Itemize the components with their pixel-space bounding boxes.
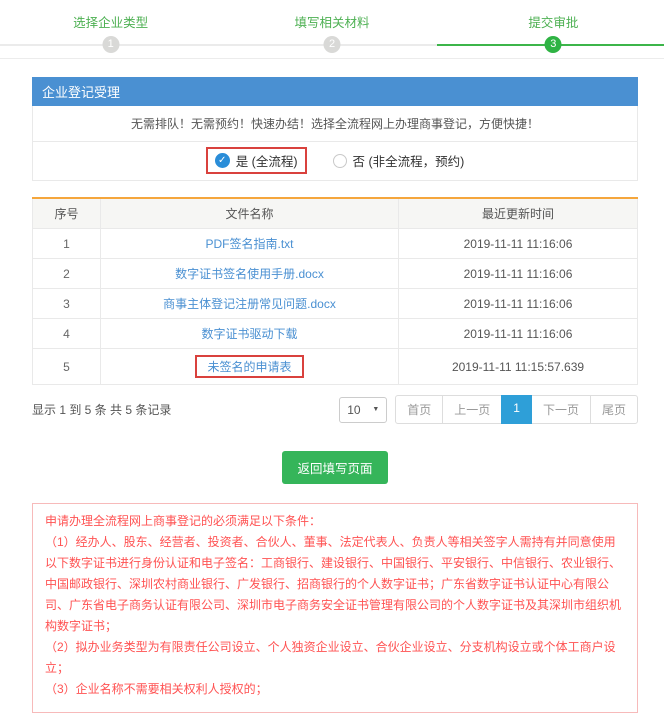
table-row: 4 数字证书驱动下载 2019-11-11 11:16:06 (33, 319, 638, 349)
requirement-item-3: （3）企业名称不需要相关权利人授权的； (45, 679, 625, 700)
step-label-choose-type: 选择企业类型 (0, 12, 221, 31)
row-update-time: 2019-11-11 11:16:06 (399, 319, 638, 349)
requirements-title: 申请办理全流程网上商事登记的必须满足以下条件： (45, 511, 625, 532)
file-link-faq-doc[interactable]: 商事主体登记注册常见问题.docx (163, 297, 336, 311)
row-update-time: 2019-11-11 11:16:06 (399, 259, 638, 289)
step-label-fill-materials: 填写相关材料 (221, 12, 442, 31)
radio-not-full-process-label: 否 (非全流程，预约) (353, 151, 465, 170)
radio-not-full-process[interactable]: 否 (非全流程，预约) (333, 151, 465, 170)
requirement-item-2: （2）拟办业务类型为有限责任公司设立、个人独资企业设立、合伙企业设立、分支机构设… (45, 637, 625, 679)
registration-panel: 企业登记受理 无需排队！无需预约！快速办结！选择全流程网上办理商事登记，方便快捷… (32, 77, 638, 181)
row-update-time: 2019-11-11 11:15:57.639 (399, 349, 638, 385)
row-update-time: 2019-11-11 11:16:06 (399, 229, 638, 259)
step-circle-3: 3 (545, 36, 562, 53)
file-link-pdf-sign-guide[interactable]: PDF签名指南.txt (205, 237, 293, 251)
pagination-first-button[interactable]: 首页 (395, 395, 443, 424)
highlight-box-full-process: ✓ 是 (全流程) (206, 147, 307, 174)
step-circle-1: 1 (102, 36, 119, 53)
step-label-submit-approval: 提交审批 (443, 12, 664, 31)
pagination-last-button[interactable]: 尾页 (590, 395, 638, 424)
panel-title: 企业登记受理 (32, 77, 638, 106)
file-link-cert-driver-download[interactable]: 数字证书驱动下载 (201, 327, 297, 341)
stepper: 选择企业类型 填写相关材料 提交审批 1 2 3 (0, 0, 664, 58)
row-index: 4 (33, 319, 101, 349)
pagination-page-1-button[interactable]: 1 (501, 395, 532, 424)
header-file-name: 文件名称 (101, 198, 399, 229)
table-header-row: 序号 文件名称 最近更新时间 (33, 198, 638, 229)
file-link-unsigned-application-form[interactable]: 未签名的申请表 (207, 360, 291, 374)
back-to-fill-page-button[interactable]: 返回填写页面 (282, 451, 387, 484)
header-update-time: 最近更新时间 (399, 198, 638, 229)
file-link-cert-sign-manual[interactable]: 数字证书签名使用手册.docx (175, 267, 324, 281)
row-index: 3 (33, 289, 101, 319)
requirement-item-1: （1）经办人、股东、经营者、投资者、合伙人、董事、法定代表人、负责人等相关签字人… (45, 532, 625, 637)
radio-selected-icon: ✓ (215, 153, 230, 168)
step-circle-2: 2 (324, 36, 341, 53)
requirements-notice: 申请办理全流程网上商事登记的必须满足以下条件： （1）经办人、股东、经营者、投资… (32, 503, 638, 713)
table-row: 1 PDF签名指南.txt 2019-11-11 11:16:06 (33, 229, 638, 259)
page-size-value: 10 (347, 403, 360, 417)
fast-track-notice: 无需排队！无需预约！快速办结！选择全流程网上办理商事登记，方便快捷！ (33, 106, 637, 142)
highlight-box-unsigned-form: 未签名的申请表 (195, 355, 303, 378)
table-row: 3 商事主体登记注册常见问题.docx 2019-11-11 11:16:06 (33, 289, 638, 319)
row-update-time: 2019-11-11 11:16:06 (399, 289, 638, 319)
row-index: 2 (33, 259, 101, 289)
radio-unselected-icon (333, 154, 347, 168)
header-index: 序号 (33, 198, 101, 229)
row-index: 5 (33, 349, 101, 385)
pagination: 10 ▼ 首页 上一页 1 下一页 尾页 (339, 395, 638, 424)
radio-full-process-label: 是 (全流程) (236, 151, 298, 170)
radio-full-process[interactable]: ✓ 是 (全流程) (215, 151, 298, 170)
table-footer: 显示 1 到 5 条 共 5 条记录 10 ▼ 首页 上一页 1 下一页 尾页 (32, 395, 638, 424)
row-index: 1 (33, 229, 101, 259)
pagination-prev-button[interactable]: 上一页 (442, 395, 502, 424)
chevron-down-icon: ▼ (372, 406, 379, 413)
page-size-select[interactable]: 10 ▼ (339, 397, 387, 423)
table-row: 5 未签名的申请表 2019-11-11 11:15:57.639 (33, 349, 638, 385)
documents-table: 序号 文件名称 最近更新时间 1 PDF签名指南.txt 2019-11-11 … (32, 197, 638, 385)
process-type-radio-group: ✓ 是 (全流程) 否 (非全流程，预约) (33, 142, 637, 180)
table-row: 2 数字证书签名使用手册.docx 2019-11-11 11:16:06 (33, 259, 638, 289)
records-summary: 显示 1 到 5 条 共 5 条记录 (32, 401, 171, 418)
pagination-next-button[interactable]: 下一页 (531, 395, 591, 424)
